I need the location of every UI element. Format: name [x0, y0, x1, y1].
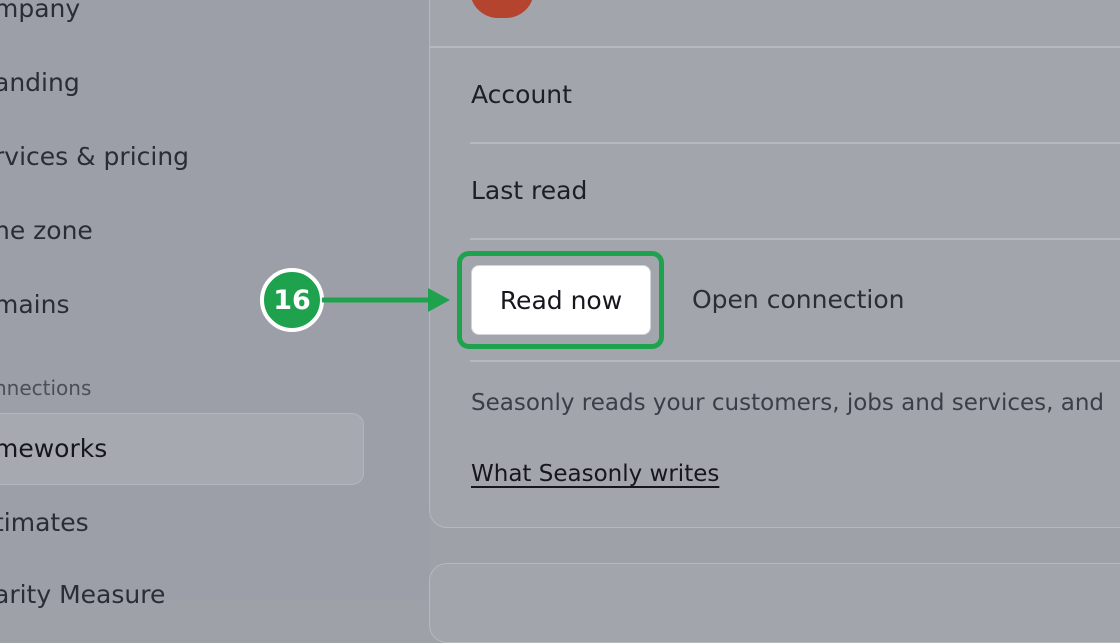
sidebar-item-branding[interactable]: anding [0, 68, 80, 98]
divider [430, 46, 1120, 48]
step-arrow-icon [322, 288, 450, 312]
read-now-button[interactable]: Read now [471, 265, 651, 335]
sidebar-item-services-pricing[interactable]: rvices & pricing [0, 142, 189, 172]
sidebar-section-connections: nnections [0, 376, 92, 400]
sidebar-item-domains[interactable]: mains [0, 290, 70, 320]
last-read-label: Last read [471, 176, 588, 205]
step-number-badge: 16 [260, 268, 324, 332]
sidebar-item-time-zone[interactable]: ne zone [0, 216, 93, 246]
next-card [429, 563, 1120, 643]
divider [470, 142, 1120, 144]
what-seasonly-writes-link[interactable]: What Seasonly writes [471, 460, 719, 488]
divider [470, 360, 1120, 362]
sidebar-item-company[interactable]: mpany [0, 0, 80, 24]
account-label: Account [471, 80, 572, 109]
sidebar-item-estimates[interactable]: timates [0, 508, 89, 538]
open-connection-link[interactable]: Open connection [692, 285, 904, 315]
divider [470, 238, 1120, 240]
sidebar-item-clarity-measure[interactable]: arity Measure [0, 580, 165, 610]
connection-description: Seasonly reads your customers, jobs and … [471, 390, 1105, 416]
sidebar-item-frameworks[interactable]: meworks [0, 434, 107, 464]
